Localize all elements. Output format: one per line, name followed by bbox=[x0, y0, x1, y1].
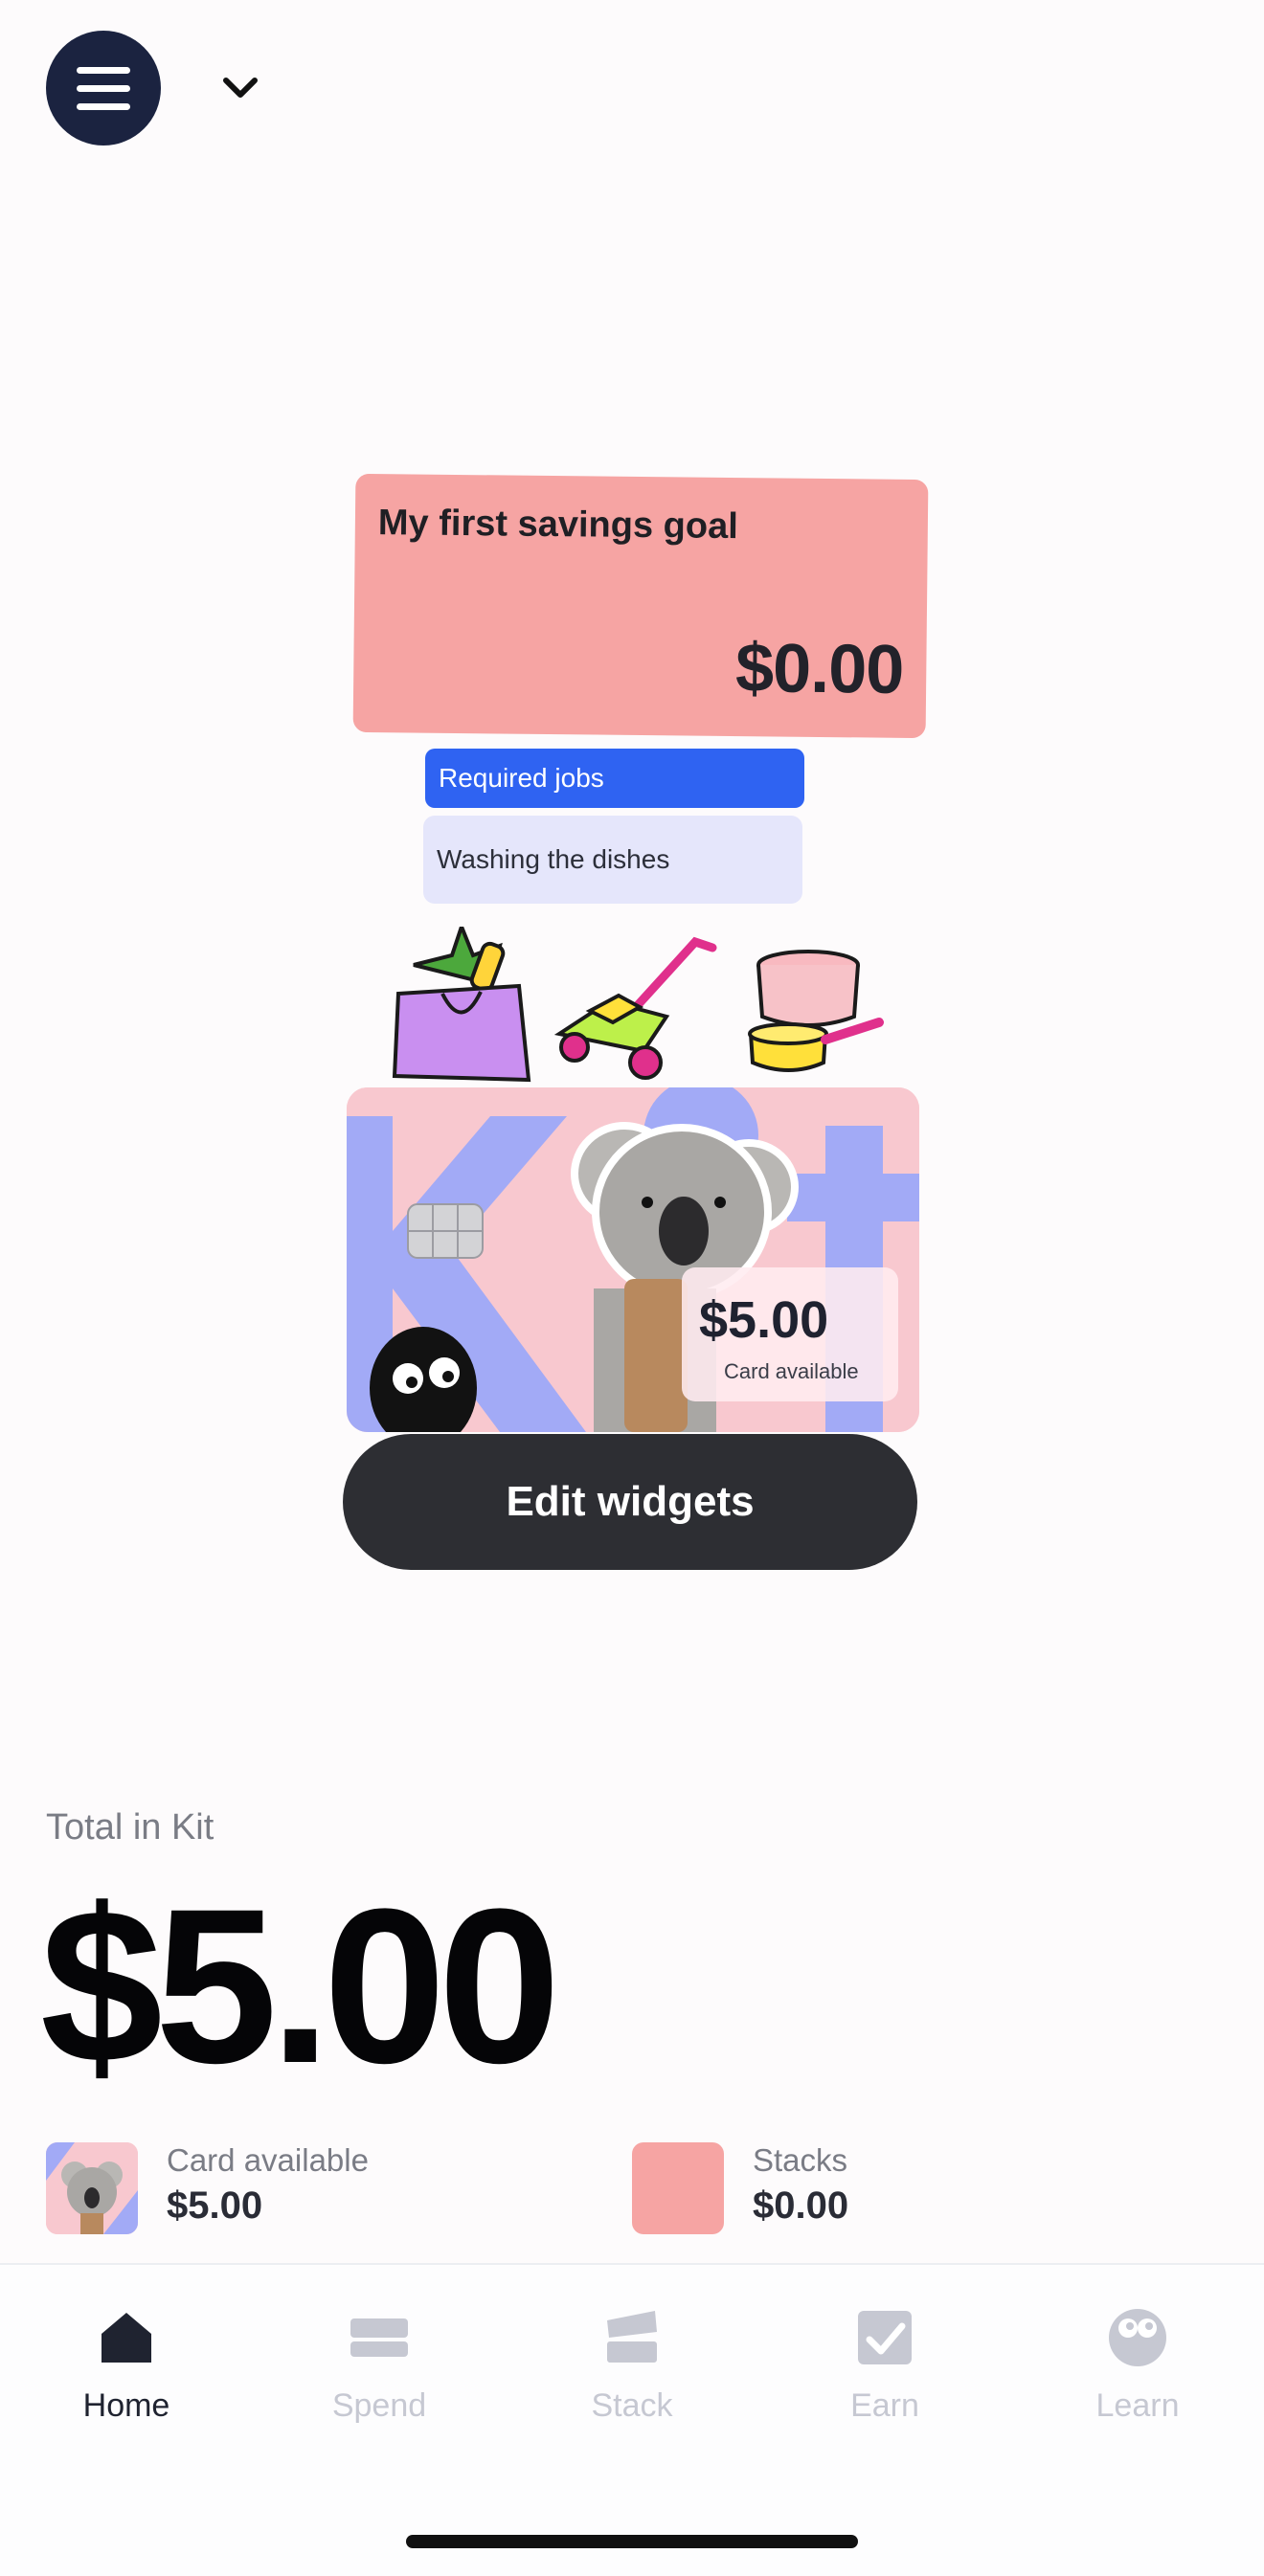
tab-stack-label: Stack bbox=[591, 2387, 673, 2424]
menu-button[interactable] bbox=[46, 31, 161, 146]
card-balance-caption: Card available bbox=[724, 1359, 859, 1383]
required-jobs-header[interactable]: Required jobs bbox=[425, 749, 804, 808]
stacks-thumbnail[interactable] bbox=[632, 2142, 724, 2234]
hamburger-menu-icon bbox=[77, 67, 130, 74]
card-available-label: Card available bbox=[167, 2142, 369, 2178]
bottom-tab-bar: Home Spend Stack Earn Learn bbox=[0, 2263, 1264, 2576]
tab-learn[interactable]: Learn bbox=[1042, 2307, 1233, 2451]
koala-thumbnail-image bbox=[46, 2142, 138, 2234]
savings-goal-widget[interactable]: My first savings goal $0.00 bbox=[352, 473, 929, 739]
card-balance-amount: $5.00 bbox=[699, 1291, 829, 1349]
home-indicator bbox=[406, 2535, 858, 2548]
cooking-pots-icon bbox=[748, 950, 884, 1072]
tab-home[interactable]: Home bbox=[31, 2307, 222, 2451]
stacks-label: Stacks bbox=[753, 2142, 848, 2178]
debit-card-widget[interactable]: $5.00 Card available bbox=[347, 1087, 919, 1432]
account-dropdown-button[interactable] bbox=[216, 65, 264, 113]
eyes-icon bbox=[1109, 2309, 1166, 2366]
card-thumbnail[interactable] bbox=[46, 2142, 138, 2234]
job-item[interactable]: Washing the dishes bbox=[423, 816, 802, 904]
savings-goal-title: My first savings goal bbox=[377, 503, 738, 548]
card-icon bbox=[350, 2318, 408, 2357]
total-label: Total in Kit bbox=[46, 1807, 214, 1848]
tab-home-label: Home bbox=[82, 2387, 170, 2424]
hamburger-menu-icon-bar bbox=[77, 103, 130, 110]
edit-widgets-button[interactable]: Edit widgets bbox=[343, 1434, 917, 1570]
grocery-bag-icon bbox=[392, 927, 531, 1083]
tab-spend-label: Spend bbox=[331, 2387, 427, 2424]
card-balance-overlay: $5.00 Card available bbox=[682, 1267, 898, 1401]
tab-spend[interactable]: Spend bbox=[283, 2307, 475, 2451]
stacks-value: $0.00 bbox=[753, 2184, 849, 2227]
checkbox-icon bbox=[858, 2311, 912, 2364]
savings-goal-amount: $0.00 bbox=[734, 630, 904, 708]
tab-earn-label: Earn bbox=[850, 2387, 919, 2424]
tab-stack[interactable]: Stack bbox=[536, 2307, 728, 2451]
card-available-value: $5.00 bbox=[167, 2184, 263, 2227]
house-icon bbox=[102, 2313, 151, 2363]
tab-earn[interactable]: Earn bbox=[789, 2307, 981, 2451]
stack-icon bbox=[607, 2311, 657, 2363]
tab-learn-label: Learn bbox=[1095, 2387, 1180, 2424]
chevron-down-icon bbox=[223, 78, 258, 98]
total-amount: $5.00 bbox=[40, 1863, 561, 2109]
lawn-mower-icon bbox=[553, 936, 717, 1080]
hamburger-menu-icon-bar bbox=[77, 85, 130, 92]
